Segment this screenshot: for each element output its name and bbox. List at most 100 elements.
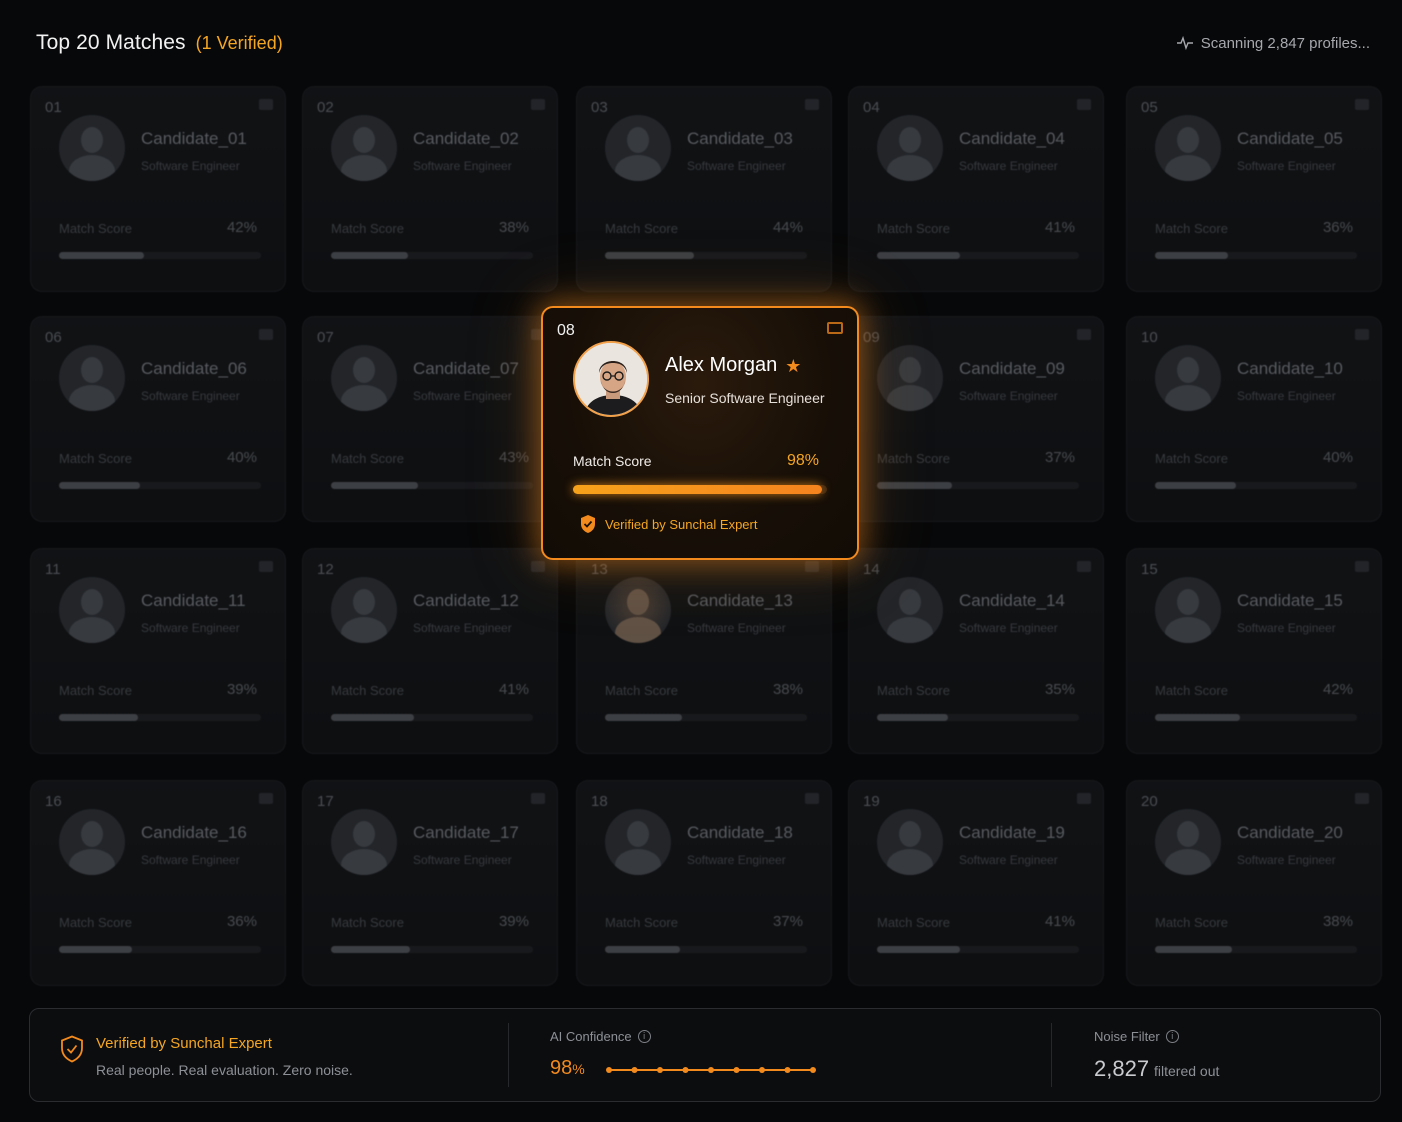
ai-confidence-label-text: AI Confidence <box>550 1029 632 1044</box>
match-score-label: Match Score <box>331 221 404 236</box>
verified-text: Verified by Sunchal Expert <box>605 516 758 532</box>
bookmark-icon[interactable] <box>1355 561 1369 572</box>
match-score-value: 35% <box>1044 681 1075 698</box>
candidate-card[interactable]: 19 Candidate_19 Software Engineer Match Sco… <box>848 780 1104 986</box>
bookmark-icon[interactable] <box>1355 793 1369 804</box>
match-score-label: Match Score <box>59 221 132 236</box>
match-score-label: Match Score <box>59 451 132 466</box>
card-number: 11 <box>45 561 61 578</box>
avatar-placeholder-icon <box>877 345 943 411</box>
match-score-fill <box>877 252 960 259</box>
avatar-placeholder-icon <box>605 577 671 643</box>
footer-verified-subtitle: Real people. Real evaluation. Zero noise… <box>96 1062 353 1078</box>
match-score-fill <box>59 946 132 953</box>
bookmark-icon[interactable] <box>1077 561 1091 572</box>
sparkline-dot <box>606 1067 612 1073</box>
candidate-role: Software Engineer <box>959 159 1058 173</box>
candidate-role: Software Engineer <box>959 621 1058 635</box>
bookmark-icon[interactable] <box>259 793 273 804</box>
noise-filter-value: 2,827 <box>1094 1056 1150 1081</box>
info-icon[interactable]: i <box>637 1030 651 1043</box>
candidate-card[interactable]: 06 Candidate_06 Software Engineer Match Sco… <box>30 316 286 522</box>
candidate-role: Software Engineer <box>141 621 240 635</box>
card-number: 19 <box>863 793 880 810</box>
candidate-name: Candidate_15 <box>1237 591 1343 610</box>
bookmark-icon[interactable] <box>531 99 545 110</box>
bookmark-icon[interactable] <box>531 793 545 804</box>
match-score-fill <box>877 946 960 953</box>
activity-icon <box>1176 36 1193 50</box>
scanning-status: Scanning 2,847 profiles... <box>1176 35 1370 52</box>
bookmark-icon[interactable] <box>259 99 273 110</box>
info-icon[interactable]: i <box>1165 1030 1179 1043</box>
candidate-card[interactable]: 16 Candidate_16 Software Engineer Match Sco… <box>30 780 286 986</box>
candidate-role: Software Engineer <box>959 853 1058 867</box>
avatar-placeholder-icon <box>605 115 671 181</box>
bookmark-icon[interactable] <box>259 329 273 340</box>
card-number: 03 <box>591 99 608 116</box>
avatar-placeholder-icon <box>331 345 397 411</box>
card-number: 01 <box>45 99 62 116</box>
candidate-card[interactable]: 11 Candidate_11 Software Engineer Match Sco… <box>30 548 286 754</box>
shield-check-icon <box>581 515 595 533</box>
avatar-placeholder-icon <box>331 115 397 181</box>
summary-footer: Verified by Sunchal Expert Real people. … <box>29 1008 1381 1102</box>
match-score-fill <box>573 485 822 494</box>
candidate-card[interactable]: 03 Candidate_03 Software Engineer Match Sco… <box>576 86 832 292</box>
candidate-card[interactable]: 05 Candidate_05 Software Engineer Match Sco… <box>1126 86 1382 292</box>
match-score-fill <box>331 252 408 259</box>
ai-confidence-number: 98 <box>550 1057 573 1079</box>
candidate-card[interactable]: 09 Candidate_09 Software Engineer Match Sco… <box>848 316 1104 522</box>
candidate-name: Candidate_13 <box>687 591 793 610</box>
bookmark-icon[interactable] <box>1077 99 1091 110</box>
candidate-card[interactable]: 13 Candidate_13 Software Engineer Match Sco… <box>576 548 832 754</box>
candidate-card[interactable]: 12 Candidate_12 Software Engineer Match Sco… <box>302 548 558 754</box>
match-score-bar <box>605 714 807 721</box>
candidate-card[interactable]: 02 Candidate_02 Software Engineer Match Sco… <box>302 86 558 292</box>
match-score-fill <box>59 714 138 721</box>
match-score-value: 38% <box>772 681 803 698</box>
bookmark-icon[interactable] <box>259 561 273 572</box>
avatar-placeholder-icon <box>331 577 397 643</box>
match-score-bar <box>331 946 533 953</box>
bookmark-icon[interactable] <box>805 561 819 572</box>
candidate-card[interactable]: 07 Candidate_07 Software Engineer Match Sco… <box>302 316 558 522</box>
candidate-name: Candidate_01 <box>141 129 247 148</box>
candidate-card[interactable]: 04 Candidate_04 Software Engineer Match Sco… <box>848 86 1104 292</box>
bookmark-icon[interactable] <box>1355 329 1369 340</box>
candidate-role: Software Engineer <box>1237 621 1336 635</box>
match-score-fill <box>1155 252 1228 259</box>
candidate-card[interactable]: 15 Candidate_15 Software Engineer Match Sco… <box>1126 548 1382 754</box>
match-score-fill <box>877 482 952 489</box>
candidate-card[interactable]: 17 Candidate_17 Software Engineer Match Sco… <box>302 780 558 986</box>
candidate-name: Alex Morgan <box>665 354 778 376</box>
avatar-placeholder-icon <box>59 577 125 643</box>
bookmark-icon[interactable] <box>1355 99 1369 110</box>
candidate-name: Candidate_18 <box>687 823 793 842</box>
sparkline-dot <box>733 1067 740 1073</box>
match-score-fill <box>331 714 414 721</box>
candidate-card[interactable]: 10 Candidate_10 Software Engineer Match Sco… <box>1126 316 1382 522</box>
match-score-bar <box>877 946 1079 953</box>
bookmark-icon[interactable] <box>1077 329 1091 340</box>
candidate-card[interactable]: 18 Candidate_18 Software Engineer Match Sco… <box>576 780 832 986</box>
candidate-role: Software Engineer <box>687 853 786 867</box>
candidate-role: Software Engineer <box>1237 389 1336 403</box>
match-score-fill <box>1155 482 1236 489</box>
candidate-card[interactable]: 14 Candidate_14 Software Engineer Match Sco… <box>848 548 1104 754</box>
bookmark-icon[interactable] <box>805 99 819 110</box>
avatar-placeholder-icon <box>59 115 125 181</box>
candidate-card[interactable]: 20 Candidate_20 Software Engineer Match Sco… <box>1126 780 1382 986</box>
candidate-card[interactable]: 01 Candidate_01 Software Engineer Match Sco… <box>30 86 286 292</box>
candidate-role: Software Engineer <box>959 389 1058 403</box>
card-number: 04 <box>863 99 880 116</box>
bookmark-icon[interactable] <box>531 561 545 572</box>
bookmark-icon[interactable] <box>1077 793 1091 804</box>
avatar-placeholder-icon <box>59 809 125 875</box>
sparkline-dot <box>810 1067 816 1073</box>
featured-candidate-card[interactable]: 08 Alex Morgan ★ Senior Software Enginee… <box>541 306 859 560</box>
avatar-placeholder-icon <box>59 345 125 411</box>
bookmark-icon[interactable] <box>827 322 843 334</box>
match-score-value: 41% <box>1044 219 1075 236</box>
bookmark-icon[interactable] <box>805 793 819 804</box>
